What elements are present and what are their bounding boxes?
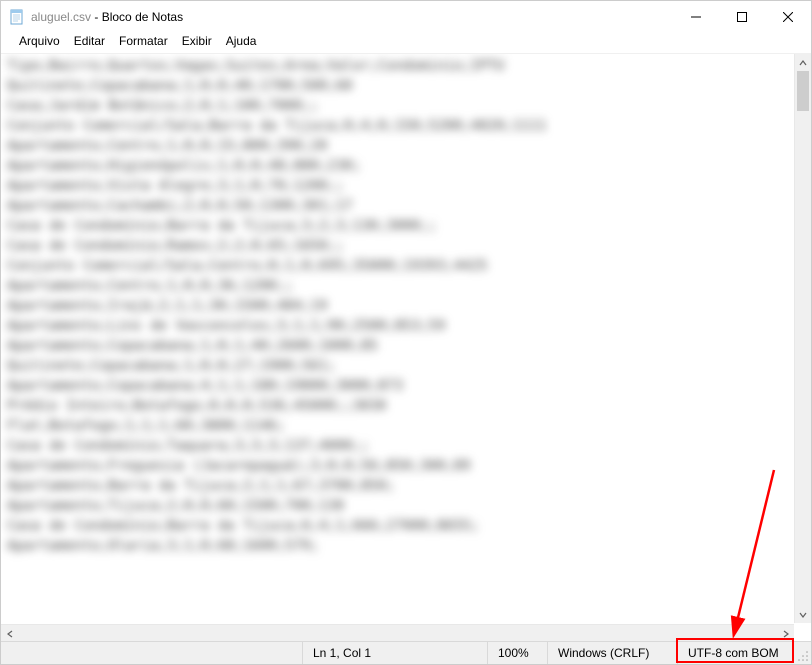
status-line-ending: Windows (CRLF)	[547, 642, 677, 664]
horizontal-scrollbar[interactable]	[1, 624, 794, 641]
minimize-button[interactable]	[673, 1, 719, 33]
status-encoding: UTF-8 com BOM	[677, 642, 795, 664]
titlebar-left: aluguel.csv - Bloco de Notas	[9, 9, 183, 25]
vertical-scrollbar[interactable]	[794, 54, 811, 623]
vertical-scroll-thumb[interactable]	[797, 71, 809, 111]
editor-area[interactable]: Tipo;Bairro;Quartos;Vagas;Suites;Area;Va…	[1, 53, 811, 641]
scroll-down-icon[interactable]	[795, 606, 811, 623]
window-controls	[673, 1, 811, 33]
menu-editar[interactable]: Editar	[68, 32, 111, 50]
notepad-window: aluguel.csv - Bloco de Notas Arquivo Edi…	[0, 0, 812, 665]
status-position: Ln 1, Col 1	[302, 642, 487, 664]
status-zoom: 100%	[487, 642, 547, 664]
menu-arquivo[interactable]: Arquivo	[13, 32, 66, 50]
menu-formatar[interactable]: Formatar	[113, 32, 174, 50]
editor-text-content[interactable]: Tipo;Bairro;Quartos;Vagas;Suites;Area;Va…	[7, 56, 785, 556]
app-name: - Bloco de Notas	[91, 10, 183, 24]
notepad-icon	[9, 9, 25, 25]
menu-ajuda[interactable]: Ajuda	[220, 32, 263, 50]
scroll-left-icon[interactable]	[1, 626, 18, 642]
scroll-up-icon[interactable]	[795, 54, 811, 71]
resize-grip-icon[interactable]	[795, 642, 811, 664]
filename: aluguel.csv	[31, 10, 91, 24]
titlebar[interactable]: aluguel.csv - Bloco de Notas	[1, 1, 811, 33]
window-title: aluguel.csv - Bloco de Notas	[31, 10, 183, 24]
status-spacer	[1, 642, 302, 664]
scroll-right-icon[interactable]	[777, 625, 794, 641]
menu-exibir[interactable]: Exibir	[176, 32, 218, 50]
statusbar: Ln 1, Col 1 100% Windows (CRLF) UTF-8 co…	[1, 641, 811, 664]
maximize-button[interactable]	[719, 1, 765, 33]
close-button[interactable]	[765, 1, 811, 33]
menubar: Arquivo Editar Formatar Exibir Ajuda	[1, 33, 811, 53]
